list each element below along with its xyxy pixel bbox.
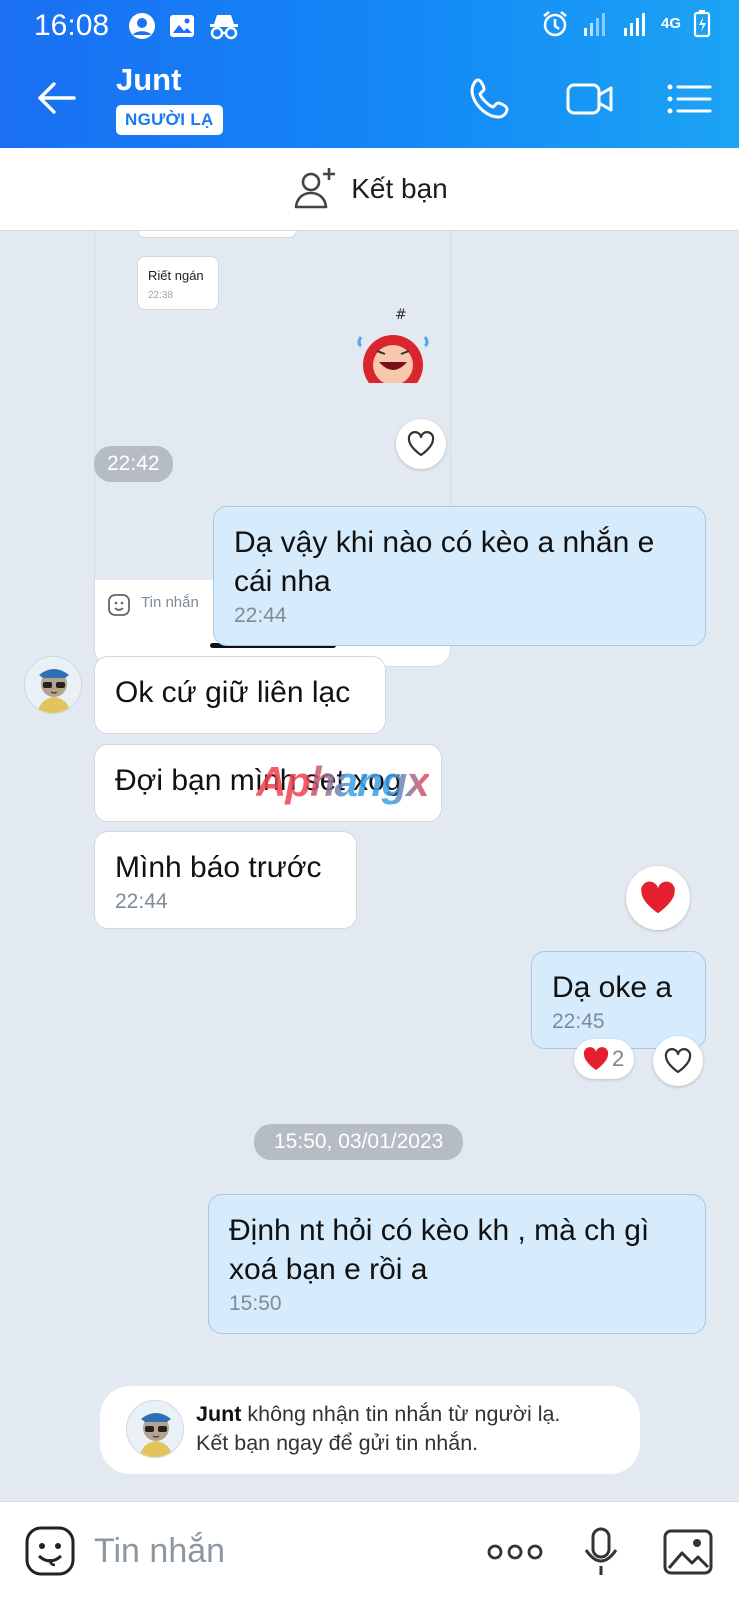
watermark-text: Aphangx [256,758,430,805]
outgoing-message[interactable]: Định nt hỏi có kèo kh , mà ch gì xoá bạn… [208,1194,706,1334]
time-separator: 22:42 [94,446,173,482]
message-time: 22:44 [234,604,287,627]
chat-area[interactable]: Riết ngán 22:38 # Tin nhắn 22:42 Dạ vậy … [0,231,739,1501]
message-text: Dạ oke a [552,971,673,1004]
status-bar: 16:08 4G [0,0,739,50]
signal-icon-2 [623,13,645,36]
red-heart-icon [583,1047,609,1070]
gallery-icon [170,15,194,37]
cartoon-cat-avatar-icon [25,657,81,713]
watermark: Aphangx [256,758,430,806]
emoji-sticker-icon[interactable] [24,1525,76,1577]
add-friend-bar[interactable]: Kết bạn [0,148,739,231]
screenshot-input-placeholder: Tin nhắn [141,594,199,611]
screenshot-bubble-text: Riết ngán [148,268,204,283]
react-button[interactable] [653,1036,703,1086]
top-bar: 16:08 4G Junt NGƯỜI LẠ [0,0,739,148]
status-left-icons [128,12,240,40]
image-gallery-icon[interactable] [662,1528,714,1576]
message-time: 22:44 [115,890,168,913]
react-button[interactable] [396,419,446,469]
outgoing-message[interactable]: Dạ vậy khi nào có kèo a nhắn e cái nha 2… [213,506,706,646]
outgoing-message[interactable]: Dạ oke a 22:45 [531,951,706,1049]
video-call-icon[interactable] [565,74,615,124]
network-type: 4G [660,15,681,32]
notice-name: Junt [196,1402,242,1426]
heart-reaction-button[interactable] [626,866,690,930]
message-time: 22:45 [552,1010,605,1033]
incoming-message[interactable]: Mình báo trước 22:44 [94,831,357,929]
phone-call-icon[interactable] [466,74,516,124]
contact-avatar[interactable] [24,656,82,714]
reaction-count[interactable]: 2 [574,1039,635,1079]
date-separator: 15:50, 03/01/2023 [254,1124,464,1160]
stranger-notice: Junt không nhận tin nhắn từ người lạ. Kế… [100,1386,640,1474]
message-text: Ok cứ giữ liên lạc [115,676,351,709]
reaction-count-value: 2 [612,1046,625,1071]
back-arrow-icon[interactable] [34,76,78,120]
notice-line1: không nhận tin nhắn từ người lạ. [241,1402,561,1426]
screenshot-bubble-time: 22:38 [148,290,174,301]
cartoon-cat-avatar-icon [127,1401,183,1457]
battery-icon [693,10,711,38]
signal-icon [583,13,605,36]
add-friend-icon [294,168,336,209]
status-right-icons: 4G [541,10,711,38]
red-heart-icon [641,881,675,914]
screenshot-emoji-icon [108,594,130,616]
message-text: Dạ vậy khi nào có kèo a nhắn e cái nha [234,526,655,598]
menu-list-icon[interactable] [664,74,714,124]
screenshot-bubble-partial [137,231,297,238]
message-input-bar: Tin nhắn [0,1501,739,1600]
microphone-icon[interactable] [582,1526,620,1578]
chat-header: Junt NGƯỜI LẠ [0,50,739,148]
incognito-icon [210,15,238,40]
screenshot-bubble: Riết ngán 22:38 [137,256,219,310]
message-time: 15:50 [229,1292,282,1315]
incoming-message[interactable]: Ok cứ giữ liên lạc [94,656,386,734]
message-text: Định nt hỏi có kèo kh , mà ch gì xoá bạn… [229,1214,650,1286]
crying-sticker-icon: # [357,307,429,383]
message-text: Mình báo trước [115,851,322,884]
status-time: 16:08 [34,9,110,42]
message-input[interactable]: Tin nhắn [94,1532,225,1571]
alarm-icon [543,11,567,37]
notice-text: Junt không nhận tin nhắn từ người lạ. Kế… [196,1400,560,1458]
notice-line2: Kết bạn ngay để gửi tin nhắn. [196,1431,479,1455]
contact-name[interactable]: Junt [116,62,181,98]
account-icon [129,13,155,39]
stranger-badge: NGƯỜI LẠ [116,105,223,135]
heart-outline-icon [407,431,435,457]
heart-outline-icon [664,1048,692,1074]
svg-text:#: # [395,307,407,323]
notice-avatar [126,1400,184,1458]
more-options-icon[interactable] [487,1543,543,1561]
add-friend-label: Kết bạn [351,173,448,204]
